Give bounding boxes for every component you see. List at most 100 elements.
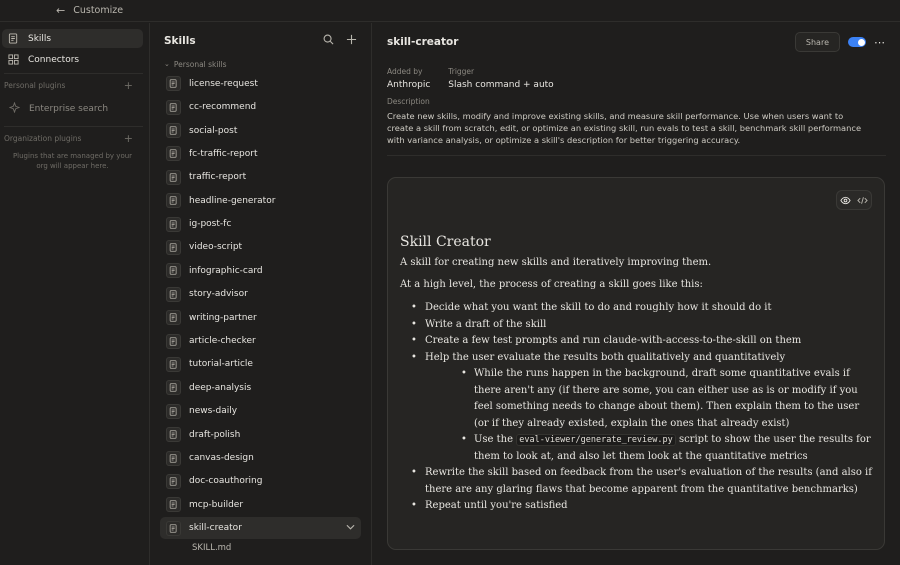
skill-item-label: canvas-design — [189, 453, 254, 463]
doc-intro: A skill for creating new skills and iter… — [400, 257, 712, 268]
org-plugins-note: Plugins that are managed by your org wil… — [12, 152, 133, 170]
skill-item[interactable]: article-checker — [160, 330, 361, 352]
skill-item[interactable]: deep-analysis — [160, 377, 361, 399]
list-item: Decide what you want the skill to do and… — [400, 300, 876, 317]
nav-item-skills[interactable]: Skills — [2, 29, 143, 48]
skill-icon — [166, 310, 181, 326]
skill-item[interactable]: infographic-card — [160, 260, 361, 282]
skill-detail: skill-creator Share ⋯ Added by Anthropic… — [373, 23, 900, 565]
skill-icon — [166, 239, 181, 255]
list-item: Repeat until you're satisfied — [400, 498, 876, 515]
skill-item-label: cc-recommend — [189, 102, 257, 113]
skill-item[interactable]: news-daily — [160, 400, 361, 422]
skill-md-preview: Skill Creator A skill for creating new s… — [387, 177, 885, 550]
skill-item[interactable]: license-request — [160, 73, 361, 95]
enterprise-search-label: Enterprise search — [29, 104, 109, 114]
chevron-down-icon: ⌄ — [164, 60, 170, 68]
skill-meta: Added by Anthropic Trigger Slash command… — [373, 61, 900, 90]
skill-icon — [166, 403, 181, 419]
skill-item[interactable]: writing-partner — [160, 307, 361, 329]
skill-item-label: license-request — [189, 78, 258, 89]
skill-item-label: doc-coauthoring — [189, 476, 263, 487]
nav-item-label: Skills — [28, 33, 52, 44]
skill-item[interactable]: draft-polish — [160, 424, 361, 446]
nav-item-connectors[interactable]: Connectors — [2, 50, 143, 69]
skill-item[interactable]: video-script — [160, 237, 361, 259]
add-plugin-icon: + — [123, 131, 133, 145]
skill-item[interactable]: fc-traffic-report — [160, 143, 361, 165]
skill-item-label: infographic-card — [189, 265, 263, 276]
enable-toggle[interactable] — [848, 37, 866, 47]
skill-icon — [166, 520, 181, 536]
skill-item-label: social-post — [189, 125, 238, 136]
page-title: Customize — [73, 5, 124, 16]
enterprise-search-item[interactable]: Enterprise search — [0, 99, 149, 119]
skill-icon — [166, 356, 181, 372]
skill-item-label: video-script — [189, 242, 243, 253]
divider — [4, 126, 143, 127]
skill-item[interactable]: doc-coauthoring — [160, 471, 361, 493]
enterprise-search-icon — [8, 101, 21, 116]
skill-icon — [166, 497, 181, 513]
skill-icon — [166, 380, 181, 396]
skill-item[interactable]: skill-creator — [160, 517, 361, 539]
personal-skills-header[interactable]: ⌄ Personal skills — [150, 59, 371, 69]
list-item-text: Help the user evaluate the results both … — [425, 351, 786, 363]
eye-icon[interactable] — [840, 196, 851, 205]
list-item: Write a draft of the skill — [400, 317, 876, 334]
skill-icon — [166, 286, 181, 302]
description-text: Create new skills, modify and improve ex… — [387, 111, 862, 145]
add-skill-icon[interactable] — [346, 34, 357, 48]
search-icon[interactable] — [323, 34, 334, 48]
sub-list-item: While the runs happen in the background,… — [425, 366, 876, 432]
doc-lead: At a high level, the process of creating… — [400, 279, 703, 290]
skill-item-label: mcp-builder — [189, 499, 244, 510]
skill-item-label: article-checker — [189, 336, 256, 347]
list-item: Create a few test prompts and run claude… — [400, 333, 876, 350]
skill-icon — [166, 216, 181, 232]
skill-item[interactable]: canvas-design — [160, 447, 361, 469]
skill-item-label: writing-partner — [189, 312, 257, 323]
trigger-value: Slash command + auto — [448, 80, 554, 90]
skill-icon — [166, 169, 181, 185]
list-item: Help the user evaluate the results both … — [400, 350, 876, 466]
skill-item[interactable]: tutorial-article — [160, 354, 361, 376]
chevron-down-icon[interactable] — [346, 523, 355, 533]
trigger-label: Trigger — [448, 67, 475, 76]
share-button[interactable]: Share — [794, 32, 840, 52]
divider — [4, 73, 143, 74]
skill-item-label: traffic-report — [189, 172, 247, 183]
skill-icon — [166, 76, 181, 92]
section-label: Organization plugins — [4, 133, 82, 143]
skill-icon — [166, 99, 181, 115]
skill-item-label: tutorial-article — [189, 359, 253, 370]
skill-item[interactable]: ig-post-fc — [160, 213, 361, 235]
more-options-icon[interactable]: ⋯ — [874, 36, 886, 49]
skill-item[interactable]: traffic-report — [160, 167, 361, 189]
sub-list-item: Use the eval-viewer/generate_review.py s… — [425, 432, 876, 465]
skills-title: Skills — [164, 35, 196, 47]
skill-icon — [166, 123, 181, 139]
skill-file-item[interactable]: SKILL.md — [150, 541, 371, 555]
skill-item[interactable]: headline-generator — [160, 190, 361, 212]
code-icon[interactable] — [857, 196, 868, 205]
add-plugin-icon[interactable]: + — [124, 79, 133, 92]
arrow-left-icon[interactable]: ← — [56, 4, 65, 17]
list-item: Rewrite the skill based on feedback from… — [400, 465, 876, 498]
skill-icon — [166, 473, 181, 489]
doc-heading: Skill Creator — [400, 234, 491, 250]
organization-plugins-header: Organization plugins + — [0, 131, 149, 145]
skills-header: Skills — [150, 23, 371, 59]
skill-item[interactable]: social-post — [160, 120, 361, 142]
skill-item[interactable]: mcp-builder — [160, 494, 361, 516]
skill-item[interactable]: cc-recommend — [160, 96, 361, 118]
detail-header: skill-creator Share ⋯ — [373, 23, 900, 61]
sub-list: While the runs happen in the background,… — [425, 366, 876, 465]
skill-list: license-request cc-recommend social-post fc… — [150, 73, 371, 555]
skill-item-label: skill-creator — [189, 523, 242, 534]
skill-item[interactable]: story-advisor — [160, 284, 361, 306]
connector-icon — [7, 54, 19, 66]
skill-icon — [7, 33, 19, 45]
skill-icon — [166, 263, 181, 279]
skill-icon — [166, 146, 181, 162]
